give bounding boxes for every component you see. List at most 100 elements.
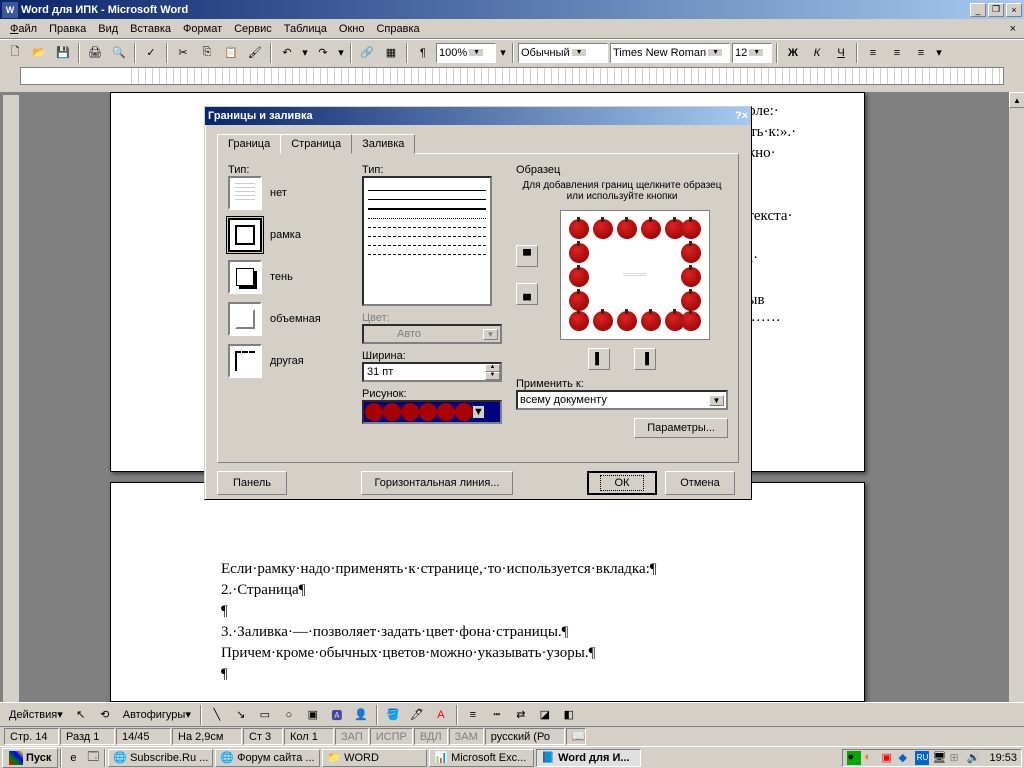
save-icon[interactable]: 💾	[52, 42, 74, 64]
vertical-ruler[interactable]	[2, 94, 20, 710]
menu-file[interactable]: Файл	[4, 21, 43, 37]
tray-icon-1[interactable]: ●	[847, 751, 861, 765]
menu-insert[interactable]: Вставка	[124, 21, 177, 37]
menu-tools[interactable]: Сервис	[228, 21, 278, 37]
print-preview-icon[interactable]: 🔍	[108, 42, 130, 64]
arrow-style-icon[interactable]: ⇄	[510, 704, 532, 726]
rectangle-tool-icon[interactable]: ▭	[254, 704, 276, 726]
tray-clock[interactable]: 19:53	[989, 752, 1017, 764]
task-subscribe[interactable]: 🌐 Subscribe.Ru ...	[108, 749, 213, 767]
applyto-combo[interactable]: всему документу▼	[516, 390, 728, 410]
preset-custom[interactable]: другая	[228, 344, 348, 378]
tray-icon-7[interactable]: ⊞	[949, 751, 963, 765]
dash-style-icon[interactable]: ┅	[486, 704, 508, 726]
undo-icon[interactable]: ↶	[276, 42, 298, 64]
wordart-icon[interactable]: 🅰	[326, 704, 348, 726]
menu-edit[interactable]: Правка	[43, 21, 92, 37]
border-top-toggle[interactable]: ▀	[516, 245, 538, 267]
horizontal-line-button[interactable]: Горизонтальная линия...	[361, 471, 512, 495]
page-2[interactable]: Если·рамку·надо·применять·к·странице,·то…	[110, 482, 865, 702]
preset-shadow[interactable]: тень	[228, 260, 348, 294]
border-bottom-toggle[interactable]: ▄	[516, 283, 538, 305]
open-icon[interactable]: 📂	[28, 42, 50, 64]
clipart-icon[interactable]: 👤	[350, 704, 372, 726]
font-size-combo[interactable]: 12▼	[732, 43, 772, 63]
tab-fill[interactable]: Заливка	[351, 134, 415, 154]
menu-window[interactable]: Окно	[333, 21, 371, 37]
preset-3d[interactable]: объемная	[228, 302, 348, 336]
tray-icon-6[interactable]: 🖥	[932, 751, 946, 765]
border-preview[interactable]: ═══	[560, 210, 710, 340]
toolbar-more-icon[interactable]: ▾	[498, 42, 508, 64]
dialog-help-button[interactable]: ?	[735, 110, 742, 122]
start-button[interactable]: Пуск	[2, 748, 58, 768]
width-spinner[interactable]: 31 пт▲▼	[362, 362, 502, 382]
border-right-toggle[interactable]: ▐	[634, 348, 656, 370]
undo-dropdown-icon[interactable]: ▾	[300, 42, 310, 64]
style-combo[interactable]: Обычный▼	[518, 43, 608, 63]
menu-format[interactable]: Формат	[177, 21, 228, 37]
status-lang[interactable]: русский (Ро	[485, 728, 565, 745]
status-ovr[interactable]: ЗАМ	[449, 728, 484, 745]
task-excel[interactable]: 📊 Microsoft Exc...	[429, 749, 534, 767]
line-style-icon[interactable]: ≡	[462, 704, 484, 726]
select-objects-icon[interactable]: ↖	[70, 704, 92, 726]
tray-icon-4[interactable]: ◆	[898, 751, 912, 765]
status-rec[interactable]: ЗАП	[335, 728, 369, 745]
align-left-icon[interactable]: ≡	[862, 42, 884, 64]
align-center-icon[interactable]: ≡	[886, 42, 908, 64]
redo-icon[interactable]: ↷	[312, 42, 334, 64]
format-more-icon[interactable]: ▾	[934, 42, 944, 64]
line-style-list[interactable]	[362, 176, 492, 306]
dialog-close-button[interactable]: ×	[742, 110, 748, 122]
cut-icon[interactable]: ✂	[172, 42, 194, 64]
hyperlink-icon[interactable]: 🔗	[356, 42, 378, 64]
new-doc-icon[interactable]: 🗋	[4, 42, 26, 64]
horizontal-ruler[interactable]	[20, 67, 1004, 85]
print-icon[interactable]: 🖨	[84, 42, 106, 64]
doc-close-button[interactable]: ×	[1006, 23, 1020, 35]
format-painter-icon[interactable]: 🖌	[244, 42, 266, 64]
status-trk[interactable]: ИСПР	[370, 728, 413, 745]
actions-menu[interactable]: Действия ▾	[4, 704, 68, 726]
spellcheck-icon[interactable]: ✓	[140, 42, 162, 64]
status-ext[interactable]: ВДЛ	[414, 728, 448, 745]
restore-button[interactable]: ❐	[988, 3, 1004, 17]
align-right-icon[interactable]: ≡	[910, 42, 932, 64]
tables-borders-icon[interactable]: ▦	[380, 42, 402, 64]
art-combo[interactable]: ▼	[362, 400, 502, 424]
border-left-toggle[interactable]: ▌	[588, 348, 610, 370]
preset-box[interactable]: рамка	[228, 218, 348, 252]
textbox-tool-icon[interactable]: ▣	[302, 704, 324, 726]
tab-border[interactable]: Граница	[217, 134, 281, 154]
tray-lang-icon[interactable]: RU	[915, 751, 929, 765]
preset-none[interactable]: нет	[228, 176, 348, 210]
font-color-icon[interactable]: A	[430, 704, 452, 726]
autoshapes-menu[interactable]: Автофигуры ▾	[118, 704, 196, 726]
panel-button[interactable]: Панель	[217, 471, 287, 495]
close-button[interactable]: ×	[1006, 3, 1022, 17]
spin-up-icon[interactable]: ▲	[485, 364, 500, 372]
underline-button[interactable]: Ч	[830, 42, 852, 64]
fill-color-icon[interactable]: 🪣	[382, 704, 404, 726]
italic-button[interactable]: К	[806, 42, 828, 64]
menu-help[interactable]: Справка	[370, 21, 425, 37]
cancel-button[interactable]: Отмена	[665, 471, 735, 495]
paragraph-marks-icon[interactable]: ¶	[412, 42, 434, 64]
ok-button[interactable]: ОК	[587, 471, 657, 495]
paste-icon[interactable]: 📋	[220, 42, 242, 64]
rotate-icon[interactable]: ⟲	[94, 704, 116, 726]
task-word-current[interactable]: 📘 Word для И...	[536, 749, 641, 767]
tray-icon-2[interactable]: ◐	[864, 751, 878, 765]
oval-tool-icon[interactable]: ○	[278, 704, 300, 726]
line-color-icon[interactable]: 🖊	[406, 704, 428, 726]
task-word-folder[interactable]: 📁 WORD	[322, 749, 427, 767]
zoom-combo[interactable]: 100%▼	[436, 43, 496, 63]
scroll-up-icon[interactable]: ▲	[1009, 92, 1024, 108]
shadow-icon[interactable]: ◪	[534, 704, 556, 726]
quick-launch-ie-icon[interactable]: e	[64, 749, 82, 767]
bold-button[interactable]: Ж	[782, 42, 804, 64]
menu-view[interactable]: Вид	[92, 21, 124, 37]
menu-table[interactable]: Таблица	[278, 21, 333, 37]
minimize-button[interactable]: _	[970, 3, 986, 17]
